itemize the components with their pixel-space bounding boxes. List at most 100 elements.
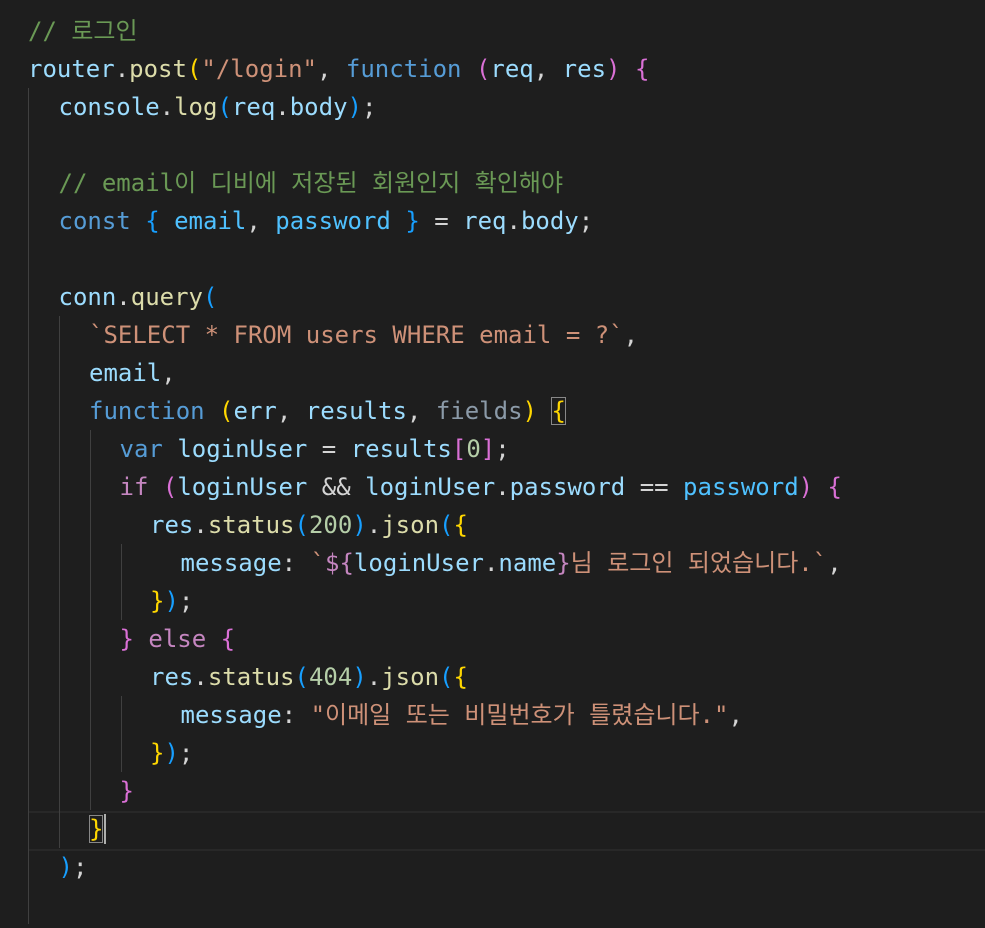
code-token: {: [145, 207, 160, 235]
code-token: ): [58, 853, 73, 881]
code-token: `: [310, 549, 326, 577]
code-token: }: [150, 587, 165, 615]
code-token: [: [451, 435, 467, 463]
code-token: 0: [466, 435, 481, 463]
code-token: .: [275, 93, 290, 121]
code-token: {: [634, 55, 650, 83]
code-token: results: [350, 435, 452, 463]
code-token: fields: [435, 397, 523, 425]
current-line-highlight: [28, 811, 985, 851]
code-line[interactable]: if (loginUser && loginUser.password == p…: [120, 468, 843, 506]
code-line[interactable]: } else {: [120, 620, 236, 658]
text-cursor: [104, 814, 106, 844]
code-token: message: [180, 549, 282, 577]
code-token: function: [345, 55, 462, 83]
indent-guide: [90, 430, 91, 810]
code-token: // 로그인: [28, 17, 138, 45]
code-token: else: [148, 625, 207, 653]
code-token: status: [207, 663, 295, 691]
matched-bracket: {: [551, 397, 566, 425]
code-token: (: [219, 397, 234, 425]
code-token: req: [490, 55, 534, 83]
code-line[interactable]: message: "이메일 또는 비밀번호가 틀렸습니다.",: [181, 696, 743, 734]
code-token: email: [89, 359, 162, 387]
code-token: .: [193, 511, 208, 539]
code-token: const: [58, 207, 131, 235]
code-editor[interactable]: // 로그인 router.post("/login", function (re…: [0, 0, 985, 928]
code-line[interactable]: }: [120, 772, 134, 810]
code-token: name: [498, 549, 557, 577]
code-token: body: [289, 93, 348, 121]
code-token: ): [522, 397, 537, 425]
code-token: password: [683, 473, 799, 501]
code-token: (: [186, 55, 202, 83]
code-token: .: [495, 473, 510, 501]
code-line[interactable]: // email이 디비에 저장된 회원인지 확인해야: [59, 164, 564, 202]
code-token: message: [180, 701, 282, 729]
code-line[interactable]: // 로그인: [28, 12, 138, 50]
code-line[interactable]: });: [150, 582, 193, 620]
code-token: conn: [58, 283, 117, 311]
code-token: ==: [625, 473, 684, 501]
code-token: .: [116, 283, 131, 311]
code-line[interactable]: res.status(404).json({: [150, 658, 468, 696]
code-token: body: [520, 207, 579, 235]
code-token: ,: [533, 55, 563, 83]
code-line[interactable]: var loginUser = results[0];: [120, 430, 510, 468]
code-token: if: [119, 473, 149, 501]
code-token: ;: [495, 435, 510, 463]
code-line[interactable]: res.status(200).json({: [150, 506, 468, 544]
code-token: }: [119, 625, 134, 653]
code-token: // email이 디비에 저장된 회원인지 확인해야: [58, 169, 564, 197]
code-token: ): [352, 663, 367, 691]
code-token: email: [174, 207, 247, 235]
code-token: :: [281, 549, 311, 577]
code-token: .: [366, 663, 382, 691]
code-token: query: [130, 283, 203, 311]
code-token: (: [203, 283, 218, 311]
code-line[interactable]: const { email, password } = req.body;: [59, 202, 594, 240]
code-line[interactable]: });: [150, 734, 193, 772]
code-token: password: [275, 207, 391, 235]
code-token: .: [114, 55, 130, 83]
code-line[interactable]: function (err, results, fields) {: [89, 392, 566, 430]
code-line[interactable]: router.post("/login", function (req, res…: [28, 50, 649, 88]
code-line[interactable]: message: `${loginUser.name}님 로그인 되었습니다.`…: [181, 544, 842, 582]
code-token: (: [294, 663, 309, 691]
code-token: {: [453, 663, 468, 691]
code-token: ,: [406, 397, 436, 425]
code-line[interactable]: );: [59, 848, 88, 886]
code-token: ): [347, 93, 362, 121]
code-token: ;: [578, 207, 594, 235]
code-token: req: [463, 207, 507, 235]
code-line[interactable]: }: [89, 810, 104, 848]
code-token: }: [119, 777, 134, 805]
code-token: {: [220, 625, 236, 653]
code-line[interactable]: `SELECT * FROM users WHERE email = ?`,: [89, 316, 638, 354]
code-token: (: [439, 511, 454, 539]
indent-guide: [121, 696, 122, 772]
code-token: 200: [308, 511, 353, 539]
code-line[interactable]: conn.query(: [59, 278, 218, 316]
code-token: {: [827, 473, 842, 501]
indent-guide: [121, 544, 122, 620]
code-token: 404: [308, 663, 353, 691]
code-token: (: [475, 55, 491, 83]
code-line[interactable]: console.log(req.body);: [59, 88, 377, 126]
code-token: =: [307, 435, 351, 463]
code-token: ): [606, 55, 621, 83]
code-token: (: [294, 511, 309, 539]
code-token: ;: [361, 93, 377, 121]
code-line[interactable]: email,: [89, 354, 176, 392]
matched-bracket: }: [89, 815, 104, 843]
code-token: var: [119, 435, 163, 463]
code-token: .: [483, 549, 499, 577]
